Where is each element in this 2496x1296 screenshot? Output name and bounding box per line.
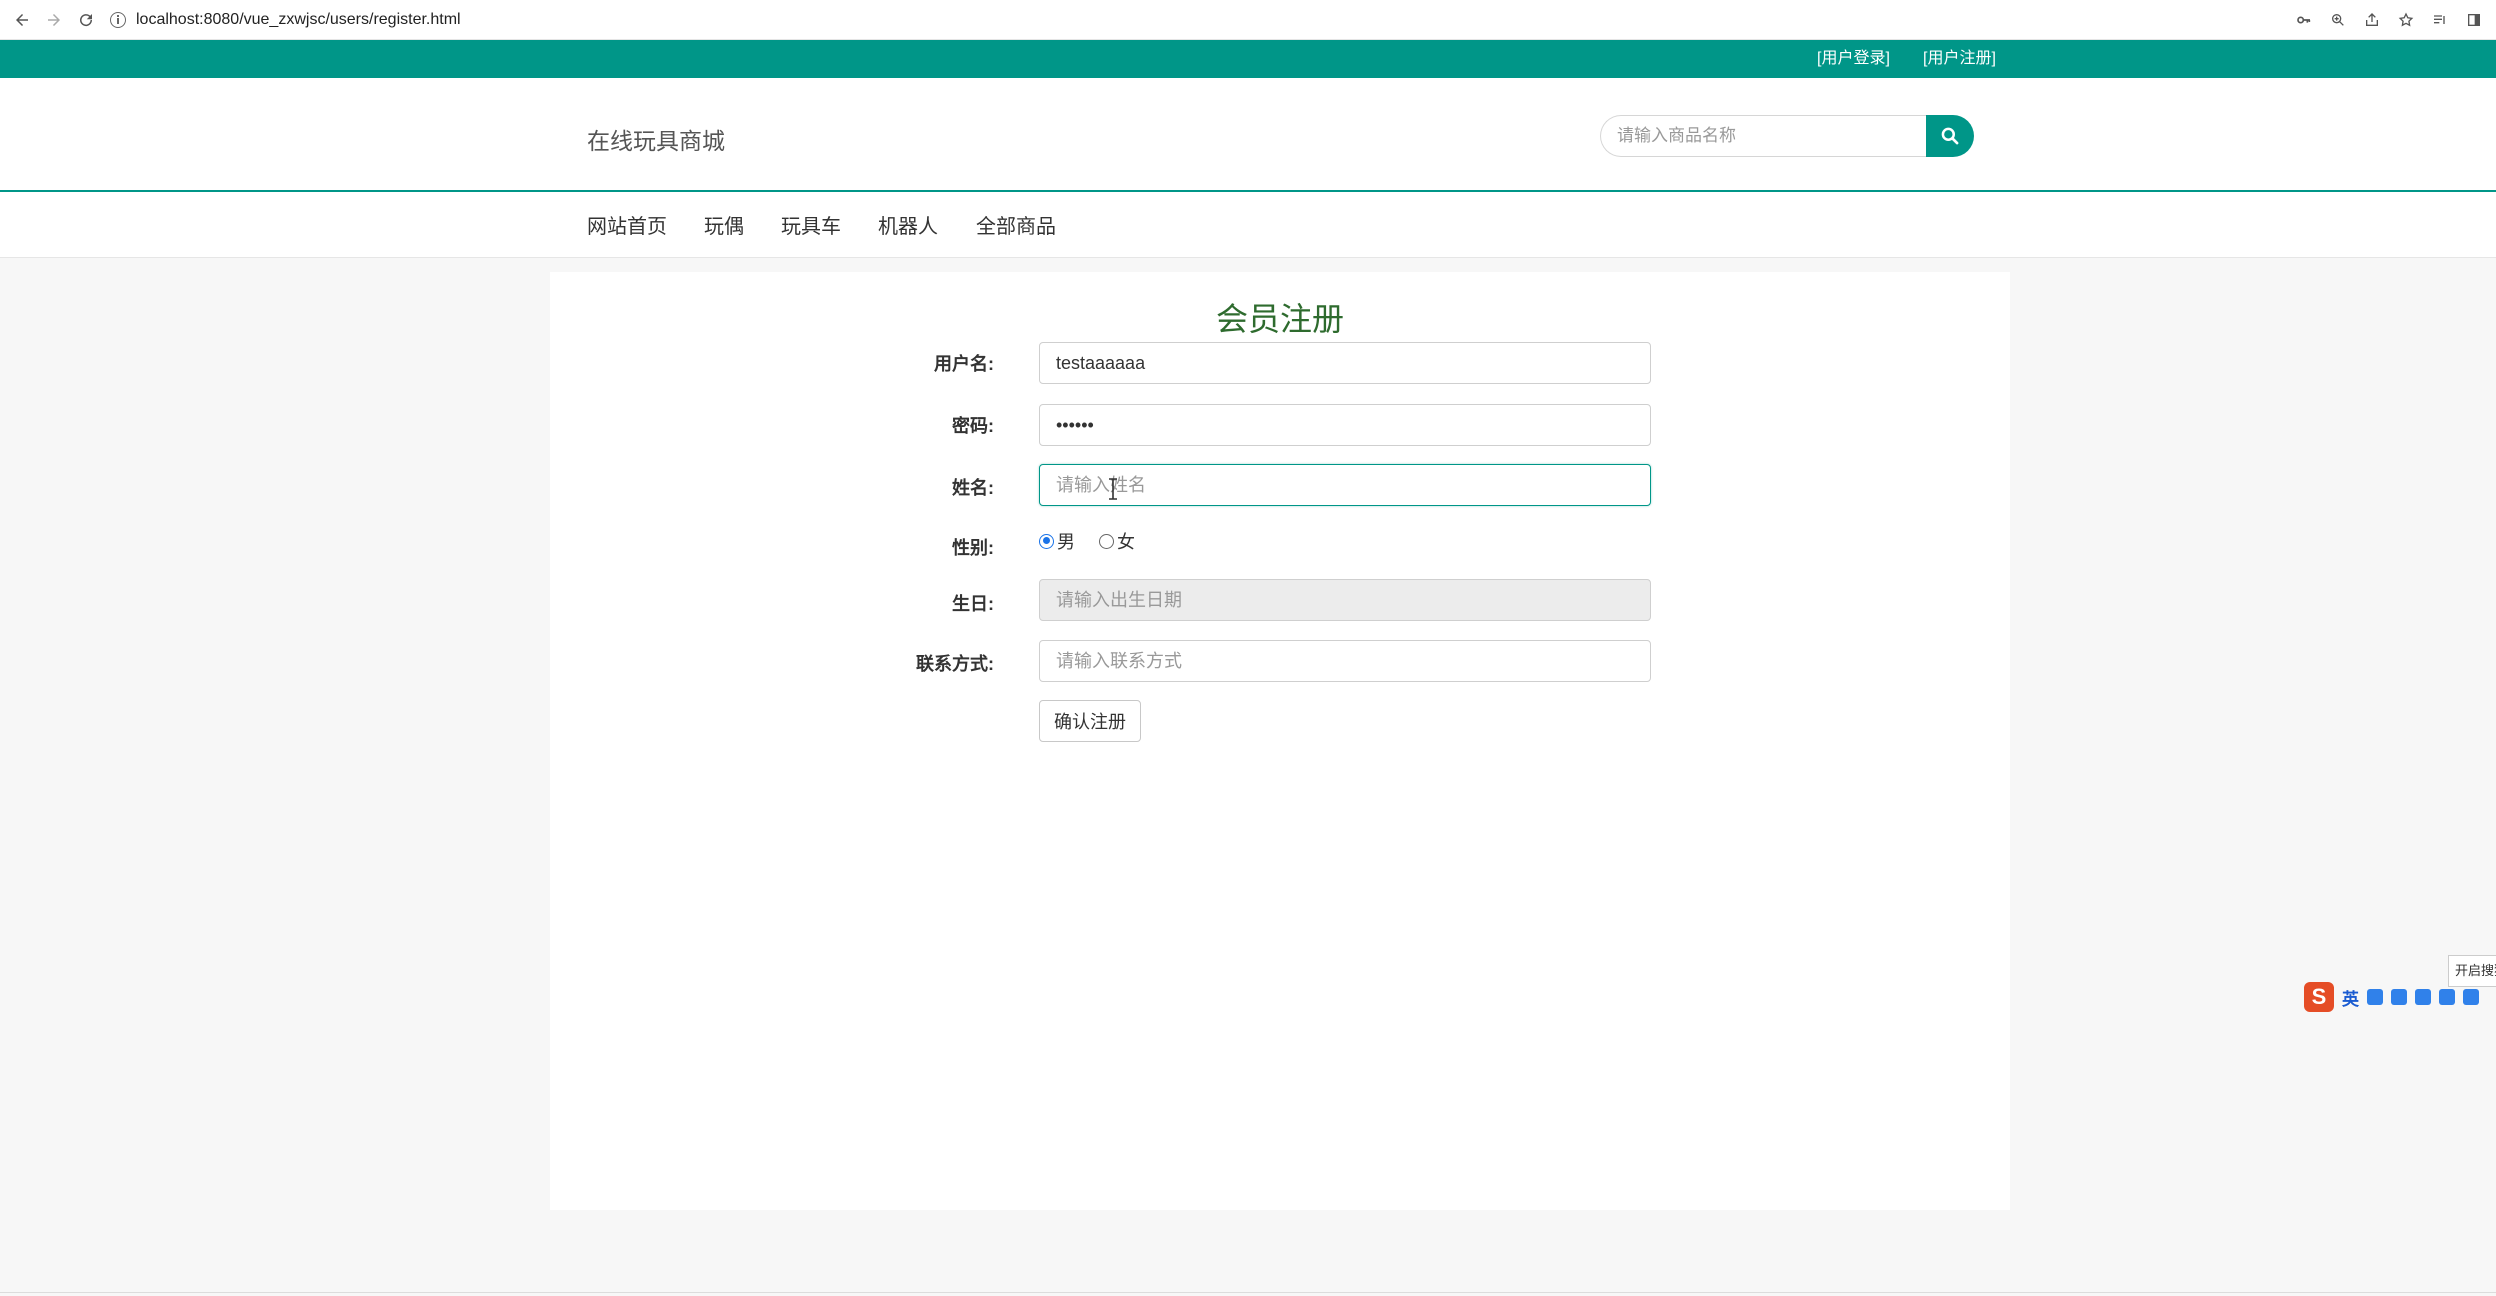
reload-icon[interactable]: [74, 8, 98, 32]
username-input[interactable]: [1039, 342, 1651, 384]
nav-item-toy-cars[interactable]: 玩具车: [781, 210, 841, 239]
contact-label: 联系方式:: [916, 654, 994, 674]
text-cursor-icon: [1109, 478, 1117, 500]
ime-punctuation-icon[interactable]: [2367, 989, 2383, 1005]
nav-item-all-products[interactable]: 全部商品: [976, 210, 1056, 239]
ime-mode-toggle[interactable]: 英: [2342, 985, 2359, 1010]
site-header: 在线玩具商城: [0, 78, 2496, 192]
nav-item-home[interactable]: 网站首页: [587, 210, 667, 239]
nav-item-dolls[interactable]: 玩偶: [704, 210, 744, 239]
reading-list-icon[interactable]: [2428, 8, 2452, 32]
side-panel-icon[interactable]: [2462, 8, 2486, 32]
birthday-input[interactable]: [1039, 579, 1651, 621]
gender-radio-group: 男 女: [1039, 526, 1159, 556]
search-button[interactable]: [1926, 115, 1974, 157]
password-label: 密码:: [952, 416, 994, 436]
contact-input[interactable]: [1039, 640, 1651, 682]
page-title: 会员注册: [1215, 301, 1344, 337]
top-bar: [用户登录] [用户注册]: [0, 40, 2496, 78]
site-info-icon[interactable]: [110, 12, 126, 28]
gender-male-radio[interactable]: [1039, 533, 1054, 549]
gender-label: 性别:: [952, 538, 994, 558]
nav-item-robots[interactable]: 机器人: [878, 210, 938, 239]
browser-toolbar: localhost:8080/vue_zxwjsc/users/register…: [0, 0, 2496, 40]
search-bar: [1600, 115, 1974, 157]
bookmark-star-icon[interactable]: [2394, 8, 2418, 32]
confirm-register-button[interactable]: 确认注册: [1039, 700, 1141, 742]
ime-toolbar: S 英: [2304, 978, 2479, 1016]
ime-microphone-icon[interactable]: [2391, 989, 2407, 1005]
main-nav: 网站首页 玩偶 玩具车 机器人 全部商品: [0, 192, 2496, 258]
zoom-icon[interactable]: [2326, 8, 2350, 32]
share-icon[interactable]: [2360, 8, 2384, 32]
ime-tools-icon[interactable]: [2463, 989, 2479, 1005]
forward-icon[interactable]: [42, 8, 66, 32]
birthday-label: 生日:: [952, 594, 994, 614]
gender-female-label[interactable]: 女: [1117, 528, 1135, 554]
name-label: 姓名:: [952, 478, 994, 498]
sogou-logo-icon[interactable]: S: [2304, 982, 2334, 1012]
gender-male-label[interactable]: 男: [1057, 528, 1075, 554]
name-input[interactable]: [1039, 464, 1651, 506]
ime-skin-icon[interactable]: [2439, 989, 2455, 1005]
search-input[interactable]: [1600, 115, 1926, 157]
login-link[interactable]: [用户登录]: [1817, 40, 1890, 78]
password-input[interactable]: [1039, 404, 1651, 446]
key-icon[interactable]: [2292, 8, 2316, 32]
back-icon[interactable]: [10, 8, 34, 32]
search-icon: [1941, 127, 1959, 145]
footer-divider: [0, 1292, 2496, 1293]
gender-female-radio[interactable]: [1099, 533, 1114, 549]
register-link[interactable]: [用户注册]: [1923, 40, 1996, 78]
address-bar[interactable]: localhost:8080/vue_zxwjsc/users/register…: [110, 6, 461, 34]
username-label: 用户名:: [934, 354, 994, 374]
site-logo[interactable]: 在线玩具商城: [587, 122, 725, 156]
ime-keyboard-icon[interactable]: [2415, 989, 2431, 1005]
url-text: localhost:8080/vue_zxwjsc/users/register…: [136, 11, 461, 28]
register-panel: 会员注册 用户名: 密码: 姓名: 性别: 男 女 生日: 联系方式: 确认注册: [550, 272, 2010, 1210]
